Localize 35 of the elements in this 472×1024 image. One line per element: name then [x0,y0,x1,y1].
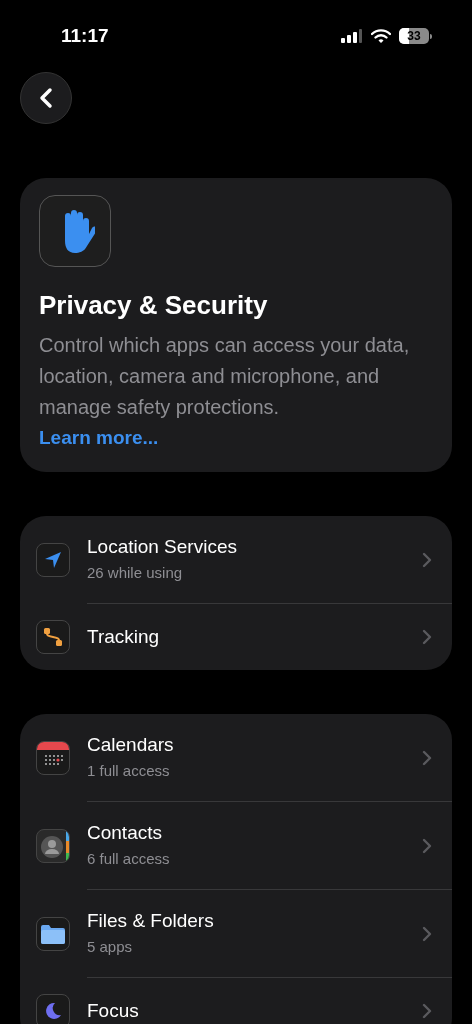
row-title: Focus [87,999,140,1023]
row-subtitle: 5 apps [87,936,134,957]
wifi-icon [371,28,391,44]
settings-row[interactable]: Calendars 1 full access [36,714,452,802]
row-title: Tracking [87,625,161,649]
chevron-icon [422,1003,432,1019]
row-title: Location Services [87,534,238,559]
chevron-icon [422,749,432,766]
row-title: Calendars [87,732,175,757]
row-title: Contacts [87,820,163,845]
settings-row[interactable]: Tracking [36,604,452,670]
chevron-icon [422,551,432,568]
hand-icon [39,195,111,267]
learn-more-link[interactable]: Learn more... [39,423,159,452]
row-title: Files & Folders [87,908,215,933]
settings-row[interactable]: Files & Folders 5 apps [36,890,452,978]
chevron-icon [422,629,432,645]
settings-row[interactable]: Contacts 6 full access [36,802,452,890]
row-subtitle: 1 full access [87,760,171,781]
chevron-icon [422,837,432,854]
row-subtitle: 6 full access [87,848,171,869]
back-chevron-icon [38,87,54,109]
signal-icon [341,29,363,43]
contacts-icon [36,829,70,863]
back-button[interactable] [20,72,72,124]
settings-row[interactable]: Location Services 26 while using [36,516,452,604]
chevron-icon [422,925,432,942]
calendar-icon [36,741,70,775]
page-title: Privacy & Security [39,289,269,322]
path-icon [36,620,70,654]
settings-row[interactable]: Focus [36,978,452,1024]
status-time: 11:17 [61,23,109,48]
description-text: Control which apps can access your data, location, camera and microphone, and manage safety protections. [39,332,411,420]
row-subtitle: 26 while using [87,562,184,583]
folder-icon [36,917,70,951]
